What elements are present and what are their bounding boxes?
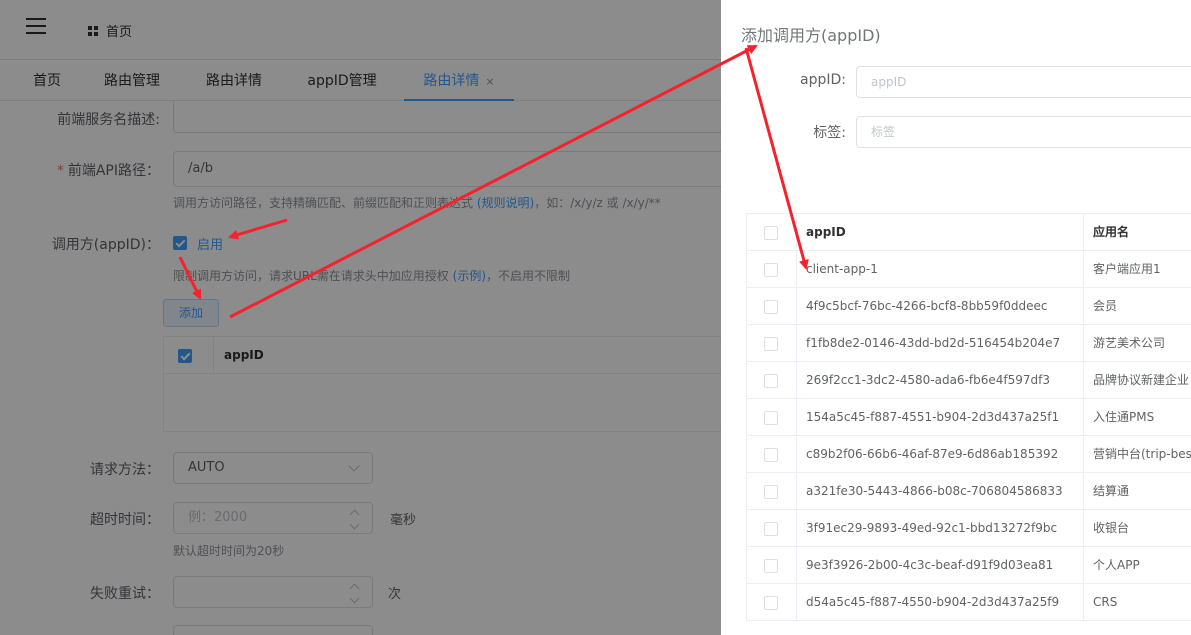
table-row[interactable]: client-app-1 客户端应用1 xyxy=(746,251,1191,288)
row-appid: 269f2cc1-3dc2-4580-ada6-fb6e4f597df3 xyxy=(797,362,1084,398)
select-all-checkbox[interactable] xyxy=(764,226,778,240)
table-row[interactable]: 269f2cc1-3dc2-4580-ada6-fb6e4f597df3 品牌协议… xyxy=(746,362,1191,399)
row-app-name: 个人APP xyxy=(1093,558,1140,572)
row-appid: 154a5c45-f887-4551-b904-2d3d437a25f1 xyxy=(797,399,1084,435)
row-appid: a321fe30-5443-4866-b08c-706804586833 xyxy=(797,473,1084,509)
row-app-name: 会员 xyxy=(1093,299,1118,313)
row-select-cell xyxy=(746,510,797,546)
row-checkbox[interactable] xyxy=(764,485,778,499)
row-select-cell xyxy=(746,251,797,287)
table-row[interactable]: 4f9c5bcf-76bc-4266-bcf8-8bb59f0ddeec 会员 xyxy=(746,288,1191,325)
appid-table-header: appID 应用名 xyxy=(746,214,1191,251)
drawer-title: 添加调用方(appID) xyxy=(741,26,881,45)
row-app-name: 收银台 xyxy=(1093,521,1130,535)
appid-label: appID: xyxy=(800,72,846,88)
row-app-name: 品牌协议新建企业 xyxy=(1093,373,1190,387)
table-row[interactable]: a321fe30-5443-4866-b08c-706804586833 结算通 xyxy=(746,473,1191,510)
row-app-name: 客户端应用1 xyxy=(1093,262,1161,276)
row-checkbox[interactable] xyxy=(764,448,778,462)
row-select-cell xyxy=(746,473,797,509)
row-app-name: 游艺美术公司 xyxy=(1093,336,1166,350)
row-app-name: 结算通 xyxy=(1093,484,1130,498)
table-row[interactable]: 9e3f3926-2b00-4c3c-beaf-d91f9d03ea81 个人AP… xyxy=(746,547,1191,584)
modal-overlay[interactable] xyxy=(0,0,721,635)
row-select-cell xyxy=(746,288,797,324)
row-checkbox[interactable] xyxy=(764,300,778,314)
appid-search-input[interactable]: appID xyxy=(856,66,1191,98)
add-caller-drawer: 添加调用方(appID) appID: appID 标签: 标签 appID 应… xyxy=(721,0,1191,635)
row-checkbox[interactable] xyxy=(764,374,778,388)
row-select-cell xyxy=(746,584,797,620)
row-select-cell xyxy=(746,362,797,398)
row-select-cell xyxy=(746,547,797,583)
row-app-name: 入住通PMS xyxy=(1093,410,1155,424)
table-row[interactable]: c89b2f06-66b6-46af-87e9-6d86ab185392 营销中台… xyxy=(746,436,1191,473)
appid-column-header: appID xyxy=(797,214,1084,250)
table-row[interactable]: d54a5c45-f887-4550-b904-2d3d437a25f9 CRS xyxy=(746,584,1191,621)
appid-table: appID 应用名 client-app-1 客户端应用1 4f9c5bcf-76b… xyxy=(746,213,1191,621)
row-checkbox[interactable] xyxy=(764,559,778,573)
row-appid: f1fb8de2-0146-43dd-bd2d-516454b204e7 xyxy=(797,325,1084,361)
row-app-name: CRS xyxy=(1093,595,1118,609)
table-row[interactable]: f1fb8de2-0146-43dd-bd2d-516454b204e7 游艺美术… xyxy=(746,325,1191,362)
row-select-cell xyxy=(746,399,797,435)
row-appid: 9e3f3926-2b00-4c3c-beaf-d91f9d03ea81 xyxy=(797,547,1084,583)
row-checkbox[interactable] xyxy=(764,337,778,351)
tag-search-input[interactable]: 标签 xyxy=(856,116,1191,148)
row-app-name: 营销中台(trip-best xyxy=(1093,447,1191,461)
row-select-cell xyxy=(746,436,797,472)
table-row[interactable]: 3f91ec29-9893-49ed-92c1-bbd13272f9bc 收银台 xyxy=(746,510,1191,547)
header-select-cell xyxy=(746,214,797,250)
row-appid: 3f91ec29-9893-49ed-92c1-bbd13272f9bc xyxy=(797,510,1084,546)
name-column-header: 应用名 xyxy=(1093,225,1130,239)
row-appid: d54a5c45-f887-4550-b904-2d3d437a25f9 xyxy=(797,584,1084,620)
row-appid: c89b2f06-66b6-46af-87e9-6d86ab185392 xyxy=(797,436,1084,472)
row-select-cell xyxy=(746,325,797,361)
row-appid: client-app-1 xyxy=(797,251,1084,287)
row-checkbox[interactable] xyxy=(764,596,778,610)
tag-label: 标签: xyxy=(813,125,846,141)
row-checkbox[interactable] xyxy=(764,522,778,536)
table-row[interactable]: 154a5c45-f887-4551-b904-2d3d437a25f1 入住通P… xyxy=(746,399,1191,436)
row-checkbox[interactable] xyxy=(764,263,778,277)
row-appid: 4f9c5bcf-76bc-4266-bcf8-8bb59f0ddeec xyxy=(797,288,1084,324)
row-checkbox[interactable] xyxy=(764,411,778,425)
